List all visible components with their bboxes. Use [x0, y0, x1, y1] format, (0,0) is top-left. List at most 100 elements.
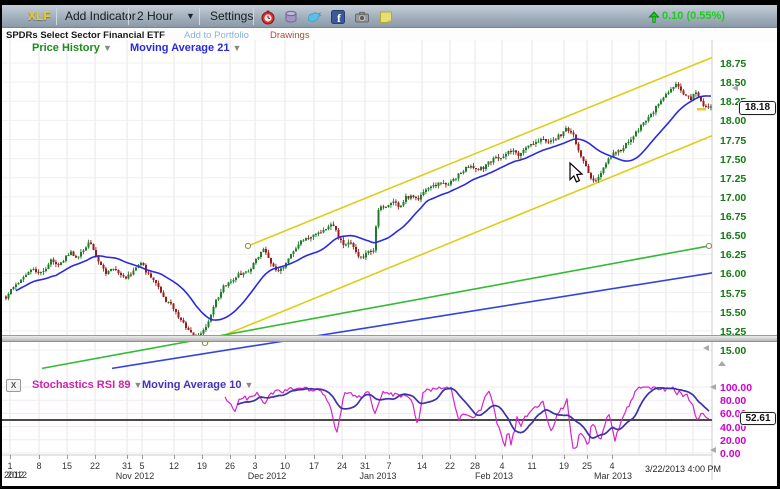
date-axis-day: 26: [225, 461, 235, 471]
date-axis-day: 19: [197, 461, 207, 471]
date-axis-tick: [67, 455, 68, 459]
price-axis-label: 16.25: [720, 249, 768, 261]
price-axis-label: 16.50: [720, 230, 768, 242]
date-axis-tick: [39, 455, 40, 459]
chart-timestamp: 3/22/2013 4:00 PM: [645, 464, 721, 474]
stochastics-label: Stochastics RSI 89: [32, 379, 130, 391]
date-axis-tick: [314, 455, 315, 459]
date-axis-day: 10: [280, 461, 290, 471]
date-axis-year: 2012: [4, 470, 24, 480]
date-axis-tick: [389, 455, 390, 459]
date-axis-day: 25: [582, 461, 592, 471]
date-axis-month: Nov 2012: [116, 471, 155, 481]
date-axis-day: 7: [386, 461, 391, 471]
chart-application: XLF Add Indicator 2 Hour ▼ Settings f 0.: [2, 5, 777, 486]
price-axis-label: 17.50: [720, 154, 768, 166]
stoch-axis-label: 0.00: [720, 448, 768, 460]
price-axis-label: 16.75: [720, 211, 768, 223]
axis-arrow-icon[interactable]: [710, 447, 716, 453]
chart-canvas[interactable]: [2, 5, 777, 486]
date-axis-month: Dec 2012: [248, 471, 287, 481]
date-axis-tick: [612, 455, 613, 459]
price-ma-label: Moving Average 21: [130, 42, 229, 54]
panel-splitter[interactable]: [2, 335, 777, 342]
stochastics: [2, 387, 712, 448]
date-axis-day: 5: [139, 461, 144, 471]
date-axis-day: 22: [90, 461, 100, 471]
date-axis-tick: [10, 455, 11, 459]
price-axis-label: 16.00: [720, 268, 768, 280]
price-history-menu[interactable]: Price History ▼: [32, 42, 112, 54]
date-axis-tick: [255, 455, 256, 459]
chevron-down-icon[interactable]: ▼: [233, 43, 242, 53]
stoch-ma-label: Moving Average 10: [142, 379, 241, 391]
chevron-down-icon[interactable]: ▼: [245, 380, 254, 390]
date-axis-tick: [174, 455, 175, 459]
trendline-handle[interactable]: [245, 243, 250, 248]
stoch-ma-menu[interactable]: Moving Average 10 ▼: [142, 379, 253, 391]
price-axis-label: 18.50: [720, 77, 768, 89]
stoch-axis-label: 80.00: [720, 395, 768, 407]
trendline-handle[interactable]: [706, 243, 711, 248]
date-axis-day: 31: [360, 461, 370, 471]
trendline-handle[interactable]: [737, 44, 742, 49]
date-axis-day: 14: [417, 461, 427, 471]
date-axis-tick: [127, 455, 128, 459]
stoch-rsi-line: [225, 387, 709, 448]
date-axis-tick: [202, 455, 203, 459]
price-axis-label: 18.75: [720, 58, 768, 70]
moving-average-21-line[interactable]: [16, 96, 711, 320]
date-axis-tick: [502, 455, 503, 459]
price-axis-label: 18.00: [720, 115, 768, 127]
axis-arrow-icon[interactable]: [718, 361, 726, 366]
price-axis-label: 17.25: [720, 173, 768, 185]
app-window: XLF Add Indicator 2 Hour ▼ Settings f 0.: [0, 0, 780, 489]
date-axis-tick: [475, 455, 476, 459]
date-axis-tick: [342, 455, 343, 459]
date-axis-day: 3: [252, 461, 257, 471]
date-axis-day: 24: [337, 461, 347, 471]
axis-arrow-icon[interactable]: [710, 384, 716, 390]
date-axis-day: 31: [122, 461, 132, 471]
chevron-down-icon[interactable]: ▼: [103, 43, 112, 53]
date-axis-tick: [230, 455, 231, 459]
date-axis-day: 12: [169, 461, 179, 471]
last-price-box: 18.18: [739, 101, 776, 115]
date-axis-day: 22: [445, 461, 455, 471]
date-axis-tick: [532, 455, 533, 459]
date-axis-tick: [142, 455, 143, 459]
date-axis-month: Mar 2013: [594, 471, 632, 481]
mouse-cursor: [570, 163, 582, 182]
price-axis-label: 15.50: [720, 307, 768, 319]
stoch-axis-label: 20.00: [720, 435, 768, 447]
date-axis-day: 4: [609, 461, 614, 471]
price-axis-label: 17.00: [720, 192, 768, 204]
date-axis-day: 19: [559, 461, 569, 471]
date-axis-day: 8: [36, 461, 41, 471]
stochastics-menu[interactable]: Stochastics RSI 89 ▼: [32, 379, 142, 391]
date-axis-day: 4: [499, 461, 504, 471]
date-axis-tick: [95, 455, 96, 459]
date-axis-tick: [450, 455, 451, 459]
last-bar-marker: [697, 108, 706, 111]
price-ma-menu[interactable]: Moving Average 21 ▼: [130, 42, 241, 54]
price-history-label: Price History: [32, 42, 100, 54]
date-axis-month: Jan 2013: [359, 471, 396, 481]
last-stoch-box: 52.61: [740, 412, 776, 425]
date-axis-day: 11: [527, 461, 536, 471]
date-axis-tick: [285, 455, 286, 459]
date-axis-day: 17: [309, 461, 319, 471]
date-axis-day: 28: [470, 461, 480, 471]
close-indicator-button[interactable]: X: [6, 379, 21, 392]
date-axis-day: 15: [62, 461, 72, 471]
stoch-axis-label: 100.00: [720, 382, 768, 394]
date-axis-tick: [365, 455, 366, 459]
trend-blue[interactable]: [112, 272, 718, 368]
price-axis-label: 15.00: [720, 345, 768, 357]
price-axis-label: 15.75: [720, 288, 768, 300]
date-axis-tick: [587, 455, 588, 459]
date-axis-tick: [564, 455, 565, 459]
price-axis-label: 17.75: [720, 135, 768, 147]
gridlines: [2, 40, 712, 480]
date-axis-month: Feb 2013: [475, 471, 513, 481]
